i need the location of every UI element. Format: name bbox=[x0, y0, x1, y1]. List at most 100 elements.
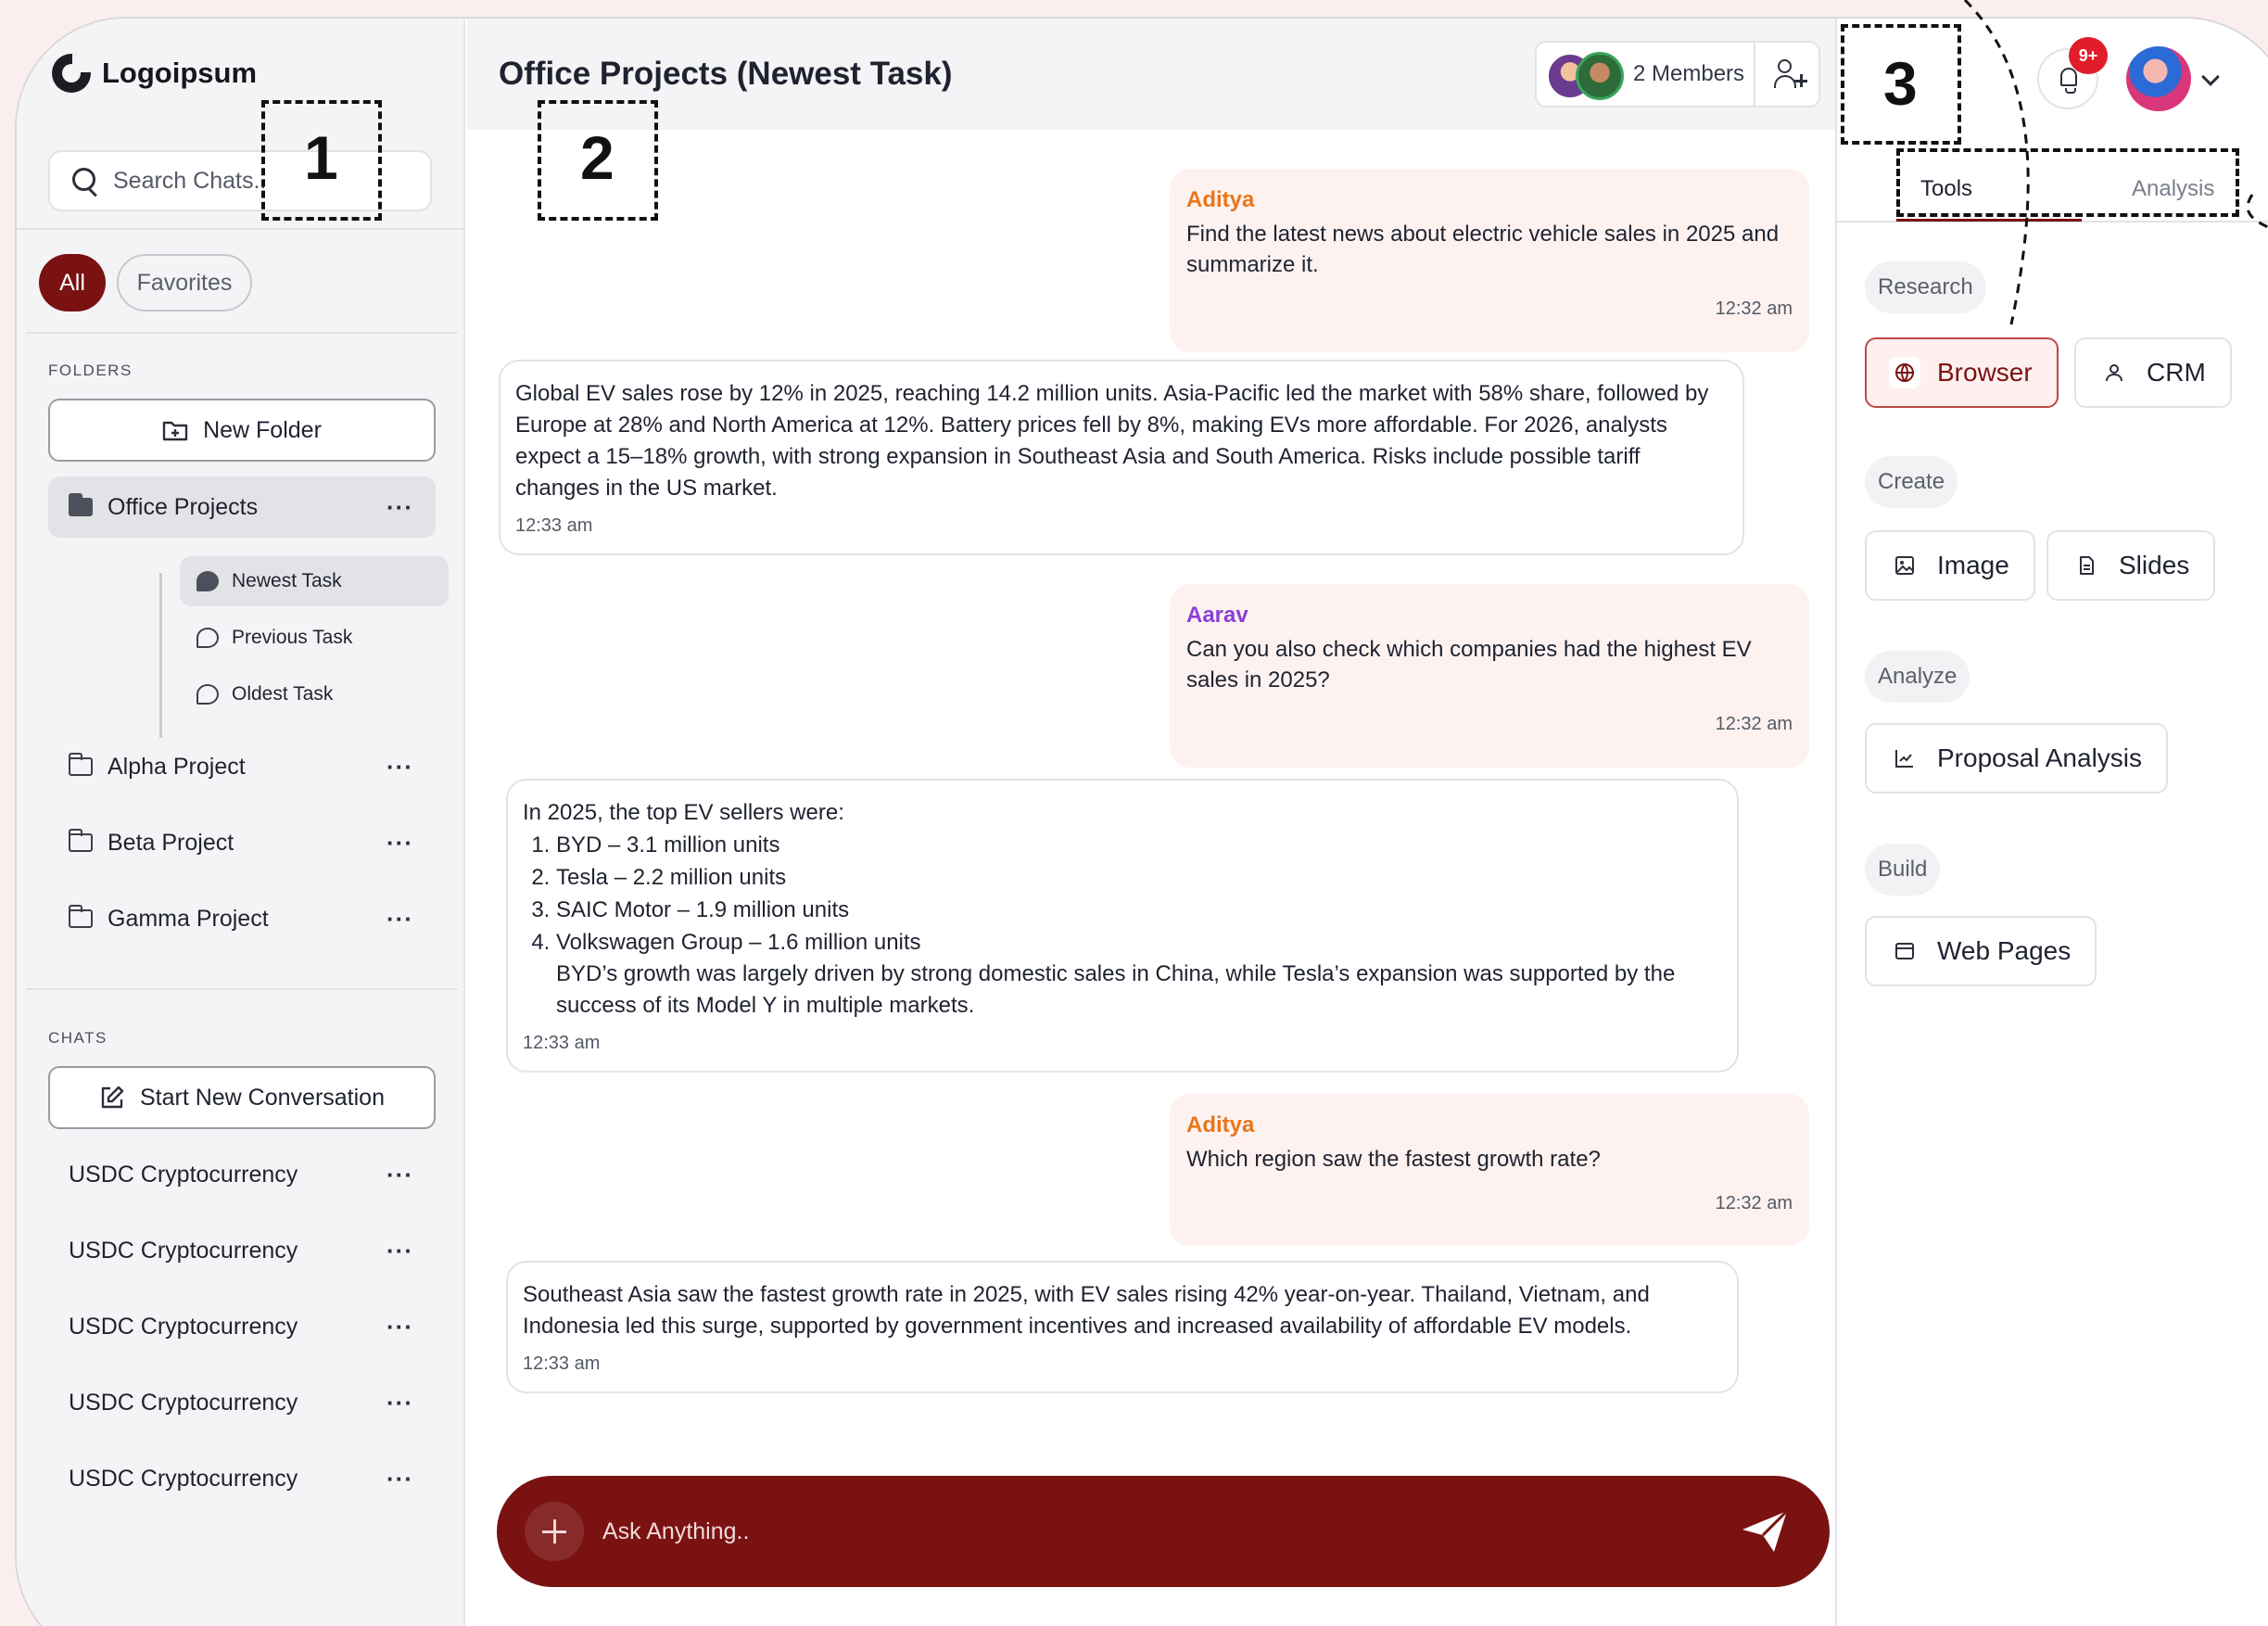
app-window: Logoipsum Search Chats.. All Favorites F… bbox=[15, 17, 2268, 1626]
new-folder-button[interactable]: New Folder bbox=[48, 399, 436, 462]
search-icon bbox=[72, 168, 98, 194]
message-intro: In 2025, the top EV sellers were: bbox=[523, 800, 844, 825]
chat-bubble-icon bbox=[196, 628, 219, 648]
more-options-icon[interactable]: ··· bbox=[386, 1467, 413, 1491]
assistant-message: Global EV sales rose by 12% in 2025, rea… bbox=[499, 360, 1744, 555]
search-input[interactable]: Search Chats.. bbox=[113, 168, 266, 195]
folder-office-projects[interactable]: Office Projects ··· bbox=[48, 476, 436, 538]
subtask-label: Previous Task bbox=[232, 627, 353, 648]
web-pages-label: Web Pages bbox=[1937, 936, 2072, 965]
sender-name: Aarav bbox=[1186, 603, 1248, 628]
filter-favorites[interactable]: Favorites bbox=[117, 254, 252, 311]
slides-label: Slides bbox=[2119, 551, 2190, 579]
chats-label: CHATS bbox=[48, 1029, 108, 1047]
category-analyze: Analyze bbox=[1865, 651, 1970, 703]
member-avatars bbox=[1546, 46, 1629, 102]
user-icon bbox=[2098, 357, 2130, 388]
folder-icon bbox=[69, 905, 93, 928]
message-text: BYD’s growth was largely driven by stron… bbox=[556, 961, 1676, 1018]
folder-label: Beta Project bbox=[108, 829, 234, 856]
chat-item[interactable]: USDC Cryptocurrency ··· bbox=[48, 1220, 436, 1281]
page-title: Office Projects (Newest Task) bbox=[499, 56, 953, 92]
subtask-label: Oldest Task bbox=[232, 683, 334, 705]
chat-item[interactable]: USDC Cryptocurrency ··· bbox=[48, 1144, 436, 1205]
chat-main: Office Projects (Newest Task) 2 Members … bbox=[467, 19, 1835, 1626]
folder-gamma-project[interactable]: Gamma Project ··· bbox=[48, 888, 436, 949]
avatar bbox=[1576, 52, 1624, 100]
members-divider bbox=[1754, 43, 1755, 106]
members-widget[interactable]: 2 Members bbox=[1535, 41, 1820, 108]
folder-icon bbox=[69, 493, 93, 516]
browser-button[interactable]: Browser bbox=[1865, 337, 2059, 408]
browser-window-icon bbox=[1889, 935, 1920, 967]
sender-name: Aditya bbox=[1186, 1112, 1255, 1137]
logo-text: Logoipsum bbox=[102, 57, 258, 89]
image-icon bbox=[1889, 550, 1920, 581]
web-pages-button[interactable]: Web Pages bbox=[1865, 916, 2097, 986]
subtask-label: Newest Task bbox=[232, 570, 342, 591]
proposal-analysis-button[interactable]: Proposal Analysis bbox=[1865, 723, 2169, 794]
add-user-icon[interactable] bbox=[1774, 59, 1807, 91]
image-button[interactable]: Image bbox=[1865, 530, 2035, 601]
members-count: 2 Members bbox=[1633, 61, 1745, 86]
slides-button[interactable]: Slides bbox=[2046, 530, 2216, 601]
logo[interactable]: Logoipsum bbox=[52, 54, 257, 93]
message-text: Global EV sales rose by 12% in 2025, rea… bbox=[515, 381, 1709, 501]
more-options-icon[interactable]: ··· bbox=[386, 1162, 413, 1187]
category-create: Create bbox=[1865, 456, 1958, 508]
category-build: Build bbox=[1865, 844, 1941, 896]
list-item: Tesla – 2.2 million units bbox=[556, 861, 1722, 894]
folder-icon bbox=[69, 753, 93, 776]
document-icon bbox=[2071, 550, 2102, 581]
folder-label: Alpha Project bbox=[108, 753, 246, 780]
sidebar: Logoipsum Search Chats.. All Favorites F… bbox=[17, 19, 465, 1626]
new-folder-label: New Folder bbox=[203, 416, 322, 443]
globe-icon bbox=[1889, 357, 1920, 388]
edit-icon bbox=[101, 1086, 124, 1109]
folder-alpha-project[interactable]: Alpha Project ··· bbox=[48, 736, 436, 797]
send-icon[interactable] bbox=[1737, 1505, 1793, 1557]
sidebar-divider bbox=[26, 332, 458, 334]
filter-all[interactable]: All bbox=[39, 254, 106, 311]
list-item: SAIC Motor – 1.9 million units bbox=[556, 894, 1722, 926]
chat-label: USDC Cryptocurrency bbox=[69, 1465, 298, 1492]
user-message: Aarav Can you also check which companies… bbox=[1170, 584, 1809, 768]
annotation-number-2: 2 bbox=[580, 123, 615, 192]
folders-label: FOLDERS bbox=[48, 362, 133, 379]
start-new-conversation-button[interactable]: Start New Conversation bbox=[48, 1066, 436, 1129]
ranking-list: BYD – 3.1 million units Tesla – 2.2 mill… bbox=[556, 829, 1722, 959]
attach-plus-button[interactable] bbox=[525, 1502, 584, 1561]
more-options-icon[interactable]: ··· bbox=[386, 1315, 413, 1339]
chat-header: Office Projects (Newest Task) 2 Members bbox=[467, 19, 1835, 130]
chat-item[interactable]: USDC Cryptocurrency ··· bbox=[48, 1448, 436, 1509]
chat-item[interactable]: USDC Cryptocurrency ··· bbox=[48, 1372, 436, 1433]
new-conversation-label: Start New Conversation bbox=[139, 1084, 385, 1111]
subtask-newest[interactable]: Newest Task bbox=[180, 556, 449, 606]
proposal-analysis-label: Proposal Analysis bbox=[1937, 743, 2143, 772]
more-options-icon[interactable]: ··· bbox=[386, 831, 413, 855]
assistant-message: Southeast Asia saw the fastest growth ra… bbox=[506, 1261, 1739, 1393]
folder-label: Office Projects bbox=[108, 493, 259, 520]
chat-label: USDC Cryptocurrency bbox=[69, 1313, 298, 1340]
annotation-number-1: 1 bbox=[304, 123, 338, 192]
more-options-icon[interactable]: ··· bbox=[386, 1239, 413, 1263]
sidebar-divider bbox=[26, 988, 458, 990]
browser-label: Browser bbox=[1937, 358, 2033, 387]
ask-input[interactable] bbox=[602, 1518, 1737, 1545]
more-options-icon[interactable]: ··· bbox=[386, 495, 413, 519]
more-options-icon[interactable]: ··· bbox=[386, 907, 413, 931]
chat-bubble-icon bbox=[196, 684, 219, 705]
user-message: Aditya Which region saw the fastest grow… bbox=[1170, 1094, 1809, 1246]
subtask-previous[interactable]: Previous Task bbox=[180, 613, 449, 663]
folder-beta-project[interactable]: Beta Project ··· bbox=[48, 812, 436, 873]
logo-icon bbox=[52, 54, 91, 93]
chat-item[interactable]: USDC Cryptocurrency ··· bbox=[48, 1296, 436, 1357]
tree-line bbox=[159, 573, 162, 738]
more-options-icon[interactable]: ··· bbox=[386, 1391, 413, 1415]
chat-bubble-icon bbox=[196, 571, 219, 591]
subtask-oldest[interactable]: Oldest Task bbox=[180, 669, 449, 719]
assistant-message: In 2025, the top EV sellers were: BYD – … bbox=[506, 779, 1739, 1073]
crm-button[interactable]: CRM bbox=[2074, 337, 2232, 408]
more-options-icon[interactable]: ··· bbox=[386, 755, 413, 779]
chat-label: USDC Cryptocurrency bbox=[69, 1237, 298, 1264]
